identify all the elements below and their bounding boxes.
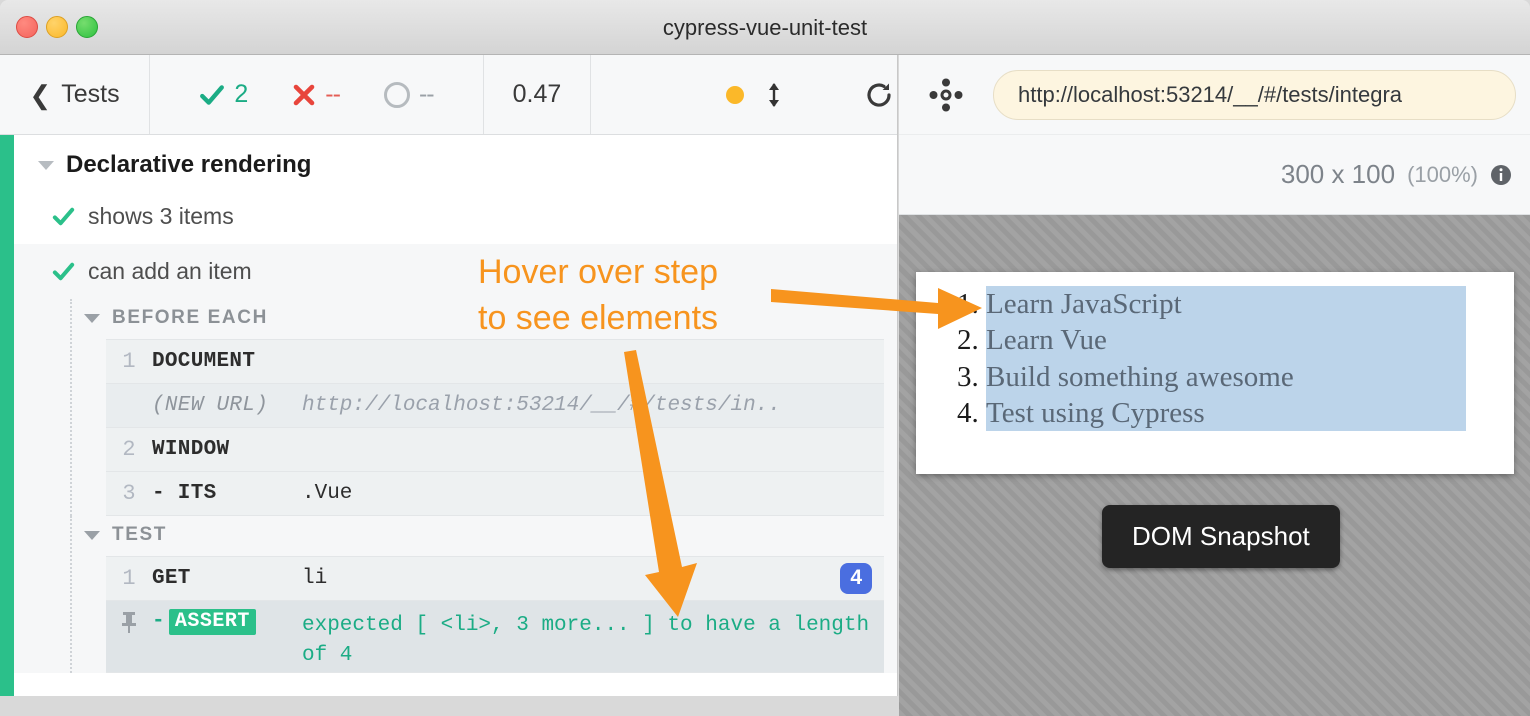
command-message: http://localhost:53214/__/#/tests/in.. <box>302 394 781 417</box>
back-to-tests-label: Tests <box>61 80 120 108</box>
command-list-test: 1 GET li 4 - ASSERT expected [<li>, 3 m… <box>106 556 884 673</box>
hook-test: TEST 1 GET li 4 - ASSERT expected [<li>… <box>14 516 897 673</box>
url-text: http://localhost:53214/__/#/tests/integr… <box>1018 81 1403 107</box>
app-stage: Learn JavaScript Learn Vue Build somethi… <box>899 215 1530 716</box>
command-message: li <box>302 567 328 590</box>
reporter-controls <box>591 55 897 134</box>
amber-dot-icon[interactable] <box>725 85 744 104</box>
command-name: WINDOW <box>152 438 230 461</box>
command-number <box>106 384 152 393</box>
chevron-down-icon <box>84 313 100 323</box>
command-message <box>302 340 884 350</box>
test-title: shows 3 items <box>88 203 234 229</box>
hook-header-test[interactable]: TEST <box>84 516 897 556</box>
x-icon <box>293 84 315 105</box>
viewport-size-label: 300 x 100 <box>1280 159 1396 189</box>
stat-failed: -- <box>292 80 341 109</box>
command-name: DOCUMENT <box>152 350 256 373</box>
stat-pending: -- <box>383 80 435 109</box>
app-iframe: Learn JavaScript Learn Vue Build somethi… <box>916 272 1514 474</box>
test-stats-group: 2 -- -- <box>150 55 484 134</box>
list-item-text: Learn Vue <box>986 322 1466 359</box>
list-item: Build something awesome <box>986 358 1466 395</box>
command-row[interactable]: 1 DOCUMENT <box>106 340 884 384</box>
duration-value: 0.47 <box>512 80 562 108</box>
reporter-header: ❮ Tests 2 -- -- 0.47 <box>0 55 897 135</box>
up-down-arrows-icon[interactable] <box>766 82 782 108</box>
app-preview-panel: http://localhost:53214/__/#/tests/integr… <box>899 55 1530 716</box>
reporter-controls-group <box>725 80 894 110</box>
command-log: Declarative rendering shows 3 items can … <box>14 135 897 696</box>
run-status-stripe <box>0 135 14 696</box>
passed-count: 2 <box>234 80 249 108</box>
command-row[interactable]: (NEW URL) http://localhost:53214/__/#/te… <box>106 384 884 428</box>
list-item-text: Learn JavaScript <box>986 286 1466 323</box>
test-item-shows-3-items[interactable]: shows 3 items <box>14 189 897 244</box>
failed-count: -- <box>325 80 341 108</box>
suite-title-label: Declarative rendering <box>66 151 312 178</box>
command-message <box>302 428 884 438</box>
pending-count: -- <box>418 80 435 108</box>
pin-icon-wrap[interactable] <box>106 601 152 634</box>
command-message: .Vue <box>302 482 353 505</box>
command-row[interactable]: 2 WINDOW <box>106 428 884 472</box>
command-number: 2 <box>122 437 136 462</box>
pin-icon <box>122 612 136 633</box>
back-to-tests-button[interactable]: ❮ Tests <box>0 55 150 134</box>
command-list-before-each: 1 DOCUMENT (NEW URL) http://localhost:53… <box>106 339 884 516</box>
preview-url-bar: http://localhost:53214/__/#/tests/integr… <box>899 55 1530 135</box>
command-number: 1 <box>122 349 136 374</box>
reporter-panel: ❮ Tests 2 -- -- 0.47 Declarative renderi… <box>0 55 898 696</box>
hook-before-each: BEFORE EACH 1 DOCUMENT (NEW URL) http://… <box>14 299 897 516</box>
command-row[interactable]: 3 - ITS .Vue <box>106 472 884 516</box>
suite-header[interactable]: Declarative rendering <box>14 135 897 189</box>
window-title: cypress-vue-unit-test <box>662 14 868 40</box>
viewport-scale-label: (100%) <box>1407 161 1478 187</box>
child-command-dash: - <box>152 610 165 633</box>
test-item-can-add-an-item[interactable]: can add an item <box>14 244 897 299</box>
command-name: (NEW URL) <box>152 394 269 417</box>
command-name: GET <box>152 567 191 590</box>
viewport-size-bar: 300 x 100 (100%) <box>899 135 1530 215</box>
check-icon <box>52 262 75 281</box>
chevron-down-icon <box>38 160 54 170</box>
matched-elements-badge: 4 <box>840 563 872 594</box>
command-name: - ITS <box>152 482 217 505</box>
list-item-text: Test using Cypress <box>986 394 1466 431</box>
list-item: Learn Vue <box>986 322 1466 359</box>
stat-duration: 0.47 <box>484 55 591 134</box>
list-item: Learn JavaScript <box>986 286 1466 323</box>
dom-snapshot-badge[interactable]: DOM Snapshot <box>1102 505 1340 568</box>
crosshair-icon[interactable] <box>929 78 963 112</box>
assert-tag: ASSERT <box>168 609 256 635</box>
command-row-get[interactable]: 1 GET li 4 <box>106 557 884 601</box>
window-titlebar: cypress-vue-unit-test <box>0 0 1530 55</box>
check-icon <box>200 84 225 105</box>
command-number: 3 <box>122 481 136 506</box>
command-name-assert: - ASSERT <box>152 601 302 635</box>
list-item-text: Build something awesome <box>986 358 1466 395</box>
ring-icon <box>383 81 410 108</box>
cypress-test-runner-window: cypress-vue-unit-test ❮ Tests 2 -- -- 0.… <box>0 0 1530 716</box>
stat-passed: 2 <box>199 80 248 109</box>
hook-header-before-each[interactable]: BEFORE EACH <box>84 299 897 339</box>
hook-name: BEFORE EACH <box>112 307 268 328</box>
chevron-left-icon: ❮ <box>29 79 52 110</box>
test-title: can add an item <box>88 258 252 284</box>
hook-name: TEST <box>112 524 167 545</box>
reload-icon[interactable] <box>864 80 894 110</box>
command-row-assert[interactable]: - ASSERT expected [ <li>, 3 more... ] to … <box>106 601 884 673</box>
command-message-assert: expected [ <li>, 3 more... ] to have a l… <box>302 614 882 668</box>
check-icon <box>52 207 75 226</box>
todo-list: Learn JavaScript Learn Vue Build somethi… <box>986 286 1466 431</box>
command-number: 1 <box>122 566 136 591</box>
url-input[interactable]: http://localhost:53214/__/#/tests/integr… <box>993 69 1516 120</box>
list-item: Test using Cypress <box>986 394 1466 431</box>
info-icon[interactable] <box>1490 164 1512 186</box>
chevron-down-icon <box>84 530 100 540</box>
